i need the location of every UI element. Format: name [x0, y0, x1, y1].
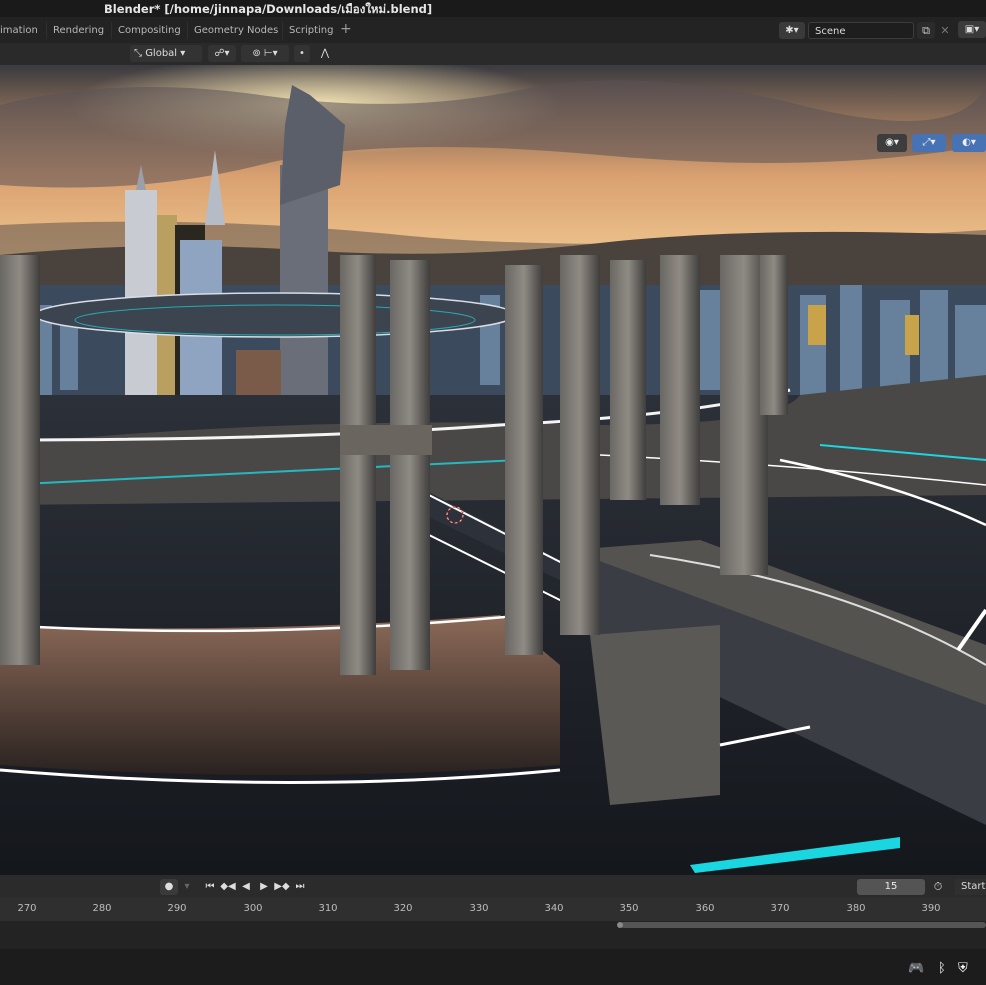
- tab-rendering[interactable]: Rendering: [46, 22, 110, 39]
- play-reverse-icon[interactable]: ◀: [239, 879, 253, 895]
- timeline-track[interactable]: [0, 921, 986, 949]
- jump-end-icon[interactable]: ⏭: [293, 879, 307, 895]
- window-titlebar: Blender* [/home/jinnapa/Downloads/เมืองใ…: [0, 0, 986, 17]
- tab-animation[interactable]: imation: [0, 22, 44, 39]
- next-keyframe-icon[interactable]: ▶◆: [273, 879, 291, 895]
- ruler-tick: 310: [318, 903, 338, 914]
- proportional-edit-icon[interactable]: •: [294, 45, 310, 62]
- record-options-icon[interactable]: ▾: [180, 879, 194, 895]
- chevron-down-icon: ▾: [177, 48, 186, 59]
- status-bar: 🎮 ᛒ ⛨: [0, 949, 986, 985]
- frame-range-bar[interactable]: [620, 922, 986, 928]
- stopwatch-icon[interactable]: ⏱: [930, 879, 946, 895]
- ruler-tick: 280: [92, 903, 112, 914]
- ruler-tick: 300: [243, 903, 263, 914]
- 3d-viewport[interactable]: ◉▾ ⤢▾ ◐▾: [0, 65, 986, 875]
- tab-geometry-nodes[interactable]: Geometry Nodes: [187, 22, 284, 39]
- ruler-tick: 350: [619, 903, 639, 914]
- ruler-tick: 380: [846, 903, 866, 914]
- current-frame-field[interactable]: 15: [857, 879, 925, 895]
- timeline-ruler[interactable]: 270 280 290 300 310 320 330 340 350 360 …: [0, 898, 986, 921]
- delete-scene-icon[interactable]: ✕: [938, 22, 952, 39]
- shield-icon[interactable]: ⛨: [958, 961, 968, 976]
- add-workspace-button[interactable]: +: [340, 21, 352, 37]
- ruler-tick: 370: [770, 903, 790, 914]
- viewport-header: ⤡ Global ▾ ☍▾ ⊚ ⊢▾ • ⋀: [0, 43, 986, 65]
- snap-icon[interactable]: ⊚ ⊢▾: [241, 45, 289, 62]
- play-icon[interactable]: ▶: [257, 879, 271, 895]
- scene-name-field[interactable]: Scene: [808, 21, 914, 39]
- axes-icon: ⤡: [134, 48, 146, 59]
- timeline-header: ● ▾ ⏮ ◆◀ ◀ ▶ ▶◆ ⏭ 15 ⏱ Start: [0, 875, 986, 898]
- range-handle[interactable]: [617, 922, 623, 928]
- scene-selector: ✱▾ Scene ⧉ ✕: [779, 21, 952, 39]
- bluetooth-icon[interactable]: ᛒ: [938, 961, 946, 976]
- ruler-tick: 270: [17, 903, 37, 914]
- ruler-tick: 390: [921, 903, 941, 914]
- record-icon[interactable]: ●: [160, 879, 178, 895]
- ruler-tick: 340: [544, 903, 564, 914]
- pivot-point-icon[interactable]: ☍▾: [208, 45, 236, 62]
- ruler-tick: 320: [393, 903, 413, 914]
- visibility-icon[interactable]: ◉▾: [877, 134, 907, 152]
- prev-keyframe-icon[interactable]: ◆◀: [219, 879, 237, 895]
- overlay-icon[interactable]: ◐▾: [952, 134, 986, 152]
- view-layer-icon[interactable]: ▣▾: [958, 21, 986, 38]
- tab-scripting[interactable]: Scripting: [282, 22, 339, 39]
- discord-icon[interactable]: 🎮: [908, 961, 924, 976]
- jump-start-icon[interactable]: ⏮: [203, 879, 217, 895]
- scene-icon[interactable]: ✱▾: [779, 21, 805, 39]
- ruler-tick: 290: [167, 903, 187, 914]
- transform-orientation-dropdown[interactable]: ⤡ Global ▾: [130, 45, 202, 62]
- start-frame-field[interactable]: Start: [955, 879, 986, 895]
- transform-orientation-label: Global: [145, 48, 178, 59]
- ruler-tick: 330: [469, 903, 489, 914]
- gizmo-icon[interactable]: ⤢▾: [912, 134, 946, 152]
- ruler-tick: 360: [695, 903, 715, 914]
- new-scene-icon[interactable]: ⧉: [917, 21, 935, 39]
- falloff-icon[interactable]: ⋀: [312, 45, 338, 62]
- tab-compositing[interactable]: Compositing: [111, 22, 187, 39]
- scene-render: [0, 65, 986, 875]
